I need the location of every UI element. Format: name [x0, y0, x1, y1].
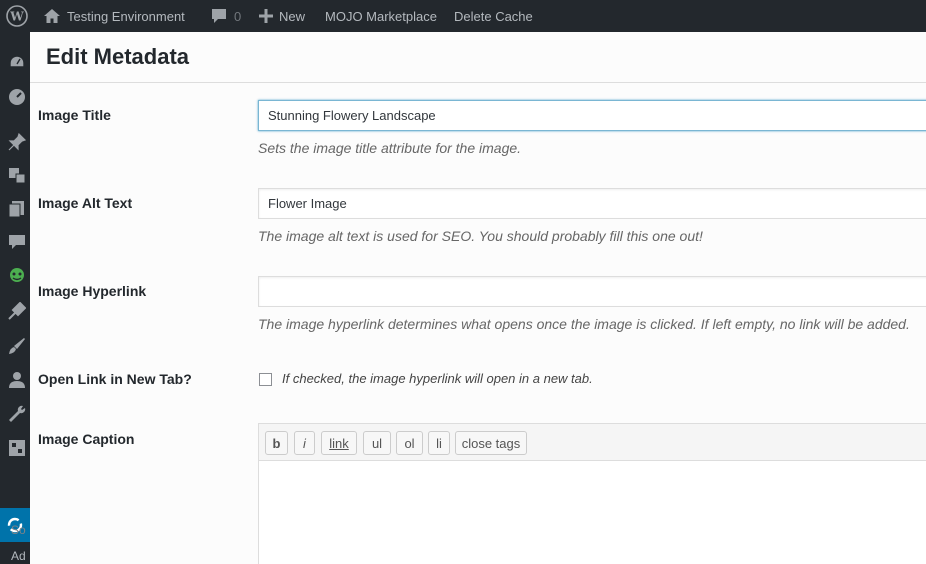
- image-alt-label: Image Alt Text: [38, 195, 133, 211]
- open-new-tab-description: If checked, the image hyperlink will ope…: [282, 371, 593, 386]
- home-icon: [43, 8, 61, 24]
- ordered-list-button[interactable]: ol: [396, 431, 423, 455]
- image-title-label: Image Title: [38, 107, 111, 123]
- site-name-link[interactable]: Testing Environment: [43, 0, 185, 32]
- list-item-button[interactable]: li: [428, 431, 450, 455]
- admin-bar: W Testing Environment 0 New MOJO Marketp…: [0, 0, 926, 32]
- wordpress-logo-icon[interactable]: W: [6, 0, 28, 32]
- image-alt-description: The image alt text is used for SEO. You …: [258, 228, 703, 244]
- image-caption-label: Image Caption: [38, 431, 135, 447]
- comments-link[interactable]: 0: [210, 0, 241, 32]
- delete-cache-link[interactable]: Delete Cache: [454, 0, 533, 32]
- svg-text:W: W: [9, 10, 24, 24]
- users-icon[interactable]: [8, 371, 26, 389]
- sidebar-partial-text[interactable]: Ad: [11, 549, 26, 563]
- plus-icon: [259, 9, 273, 23]
- caption-editor: b i link ul ol li close tags: [258, 423, 926, 564]
- open-new-tab-label: Open Link in New Tab?: [38, 371, 192, 387]
- modal-title: Edit Metadata: [46, 44, 190, 69]
- image-hyperlink-description: The image hyperlink determines what open…: [258, 316, 910, 332]
- image-alt-input[interactable]: [258, 188, 926, 219]
- mojo-marketplace-link[interactable]: MOJO Marketplace: [325, 0, 437, 32]
- admin-sidebar: So Ad: [0, 32, 30, 564]
- close-tags-button[interactable]: close tags: [455, 431, 527, 455]
- image-hyperlink-input[interactable]: [258, 276, 926, 307]
- image-title-input[interactable]: [258, 100, 926, 131]
- gauge-icon[interactable]: [8, 88, 26, 106]
- italic-button[interactable]: i: [294, 431, 315, 455]
- link-button[interactable]: link: [321, 431, 357, 455]
- plugins-icon[interactable]: [8, 302, 26, 320]
- appearance-icon[interactable]: [8, 267, 26, 285]
- dashboard-icon[interactable]: [8, 53, 26, 71]
- brush-icon[interactable]: [8, 337, 26, 355]
- sidebar-partial-text[interactable]: So: [11, 523, 26, 537]
- modal-header: Edit Metadata: [30, 32, 926, 83]
- bold-button[interactable]: b: [265, 431, 288, 455]
- tools-icon[interactable]: [8, 405, 26, 423]
- caption-textarea[interactable]: [259, 461, 926, 564]
- image-hyperlink-label: Image Hyperlink: [38, 283, 147, 299]
- site-name-label: Testing Environment: [67, 8, 185, 24]
- unordered-list-button[interactable]: ul: [363, 431, 391, 455]
- comments-menu-icon[interactable]: [8, 233, 26, 251]
- new-label: New: [279, 8, 306, 24]
- media-icon[interactable]: [8, 166, 26, 184]
- comment-bubble-icon: [210, 8, 228, 24]
- open-new-tab-checkbox[interactable]: [259, 373, 272, 386]
- pushpin-icon[interactable]: [8, 133, 26, 151]
- quicktags-toolbar: b i link ul ol li close tags: [259, 424, 926, 461]
- edit-metadata-modal: Edit Metadata Image Title Sets the image…: [30, 32, 926, 564]
- settings-icon[interactable]: [8, 439, 26, 457]
- image-title-description: Sets the image title attribute for the i…: [258, 140, 522, 156]
- pages-icon[interactable]: [8, 200, 26, 218]
- new-content-link[interactable]: New: [259, 0, 305, 32]
- comments-count: 0: [234, 8, 242, 24]
